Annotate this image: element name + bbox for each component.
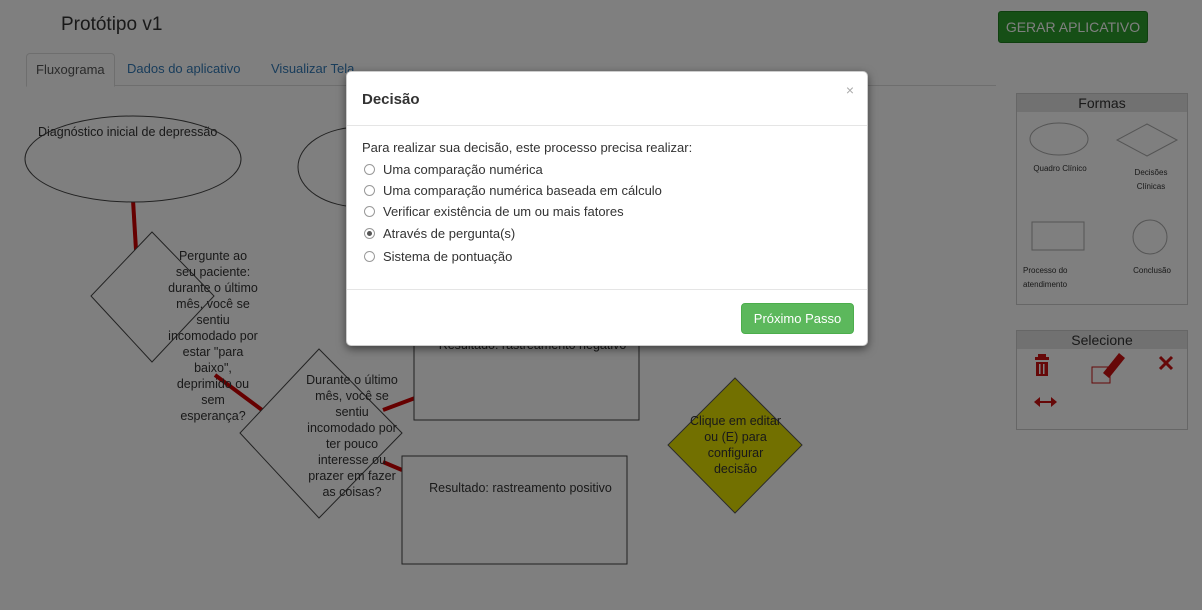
radio-button[interactable] [364,164,375,175]
close-icon[interactable]: × [846,82,854,98]
radio-button[interactable] [364,251,375,262]
modal-header: Decisão × [347,72,867,126]
next-step-button[interactable]: Próximo Passo [741,303,854,334]
decision-question: Para realizar sua decisão, este processo… [362,140,693,155]
radio-button-checked[interactable] [364,228,375,239]
option-label: Através de pergunta(s) [383,226,516,241]
option-factor-existence[interactable]: Verificar existência de um ou mais fator… [362,201,852,221]
option-questions[interactable]: Através de pergunta(s) [362,221,852,246]
option-calculated-comparison[interactable]: Uma comparação numérica baseada em cálcu… [362,180,852,201]
option-label: Sistema de pontuação [383,249,513,264]
option-label: Uma comparação numérica [383,162,543,177]
modal-footer: Próximo Passo [347,289,867,346]
radio-button[interactable] [364,205,375,217]
modal-title: Decisão [362,91,420,108]
option-numeric-comparison[interactable]: Uma comparação numérica [362,159,852,180]
modal-body: Para realizar sua decisão, este processo… [362,140,852,267]
decision-modal: Decisão × Para realizar sua decisão, est… [346,71,868,346]
option-label: Verificar existência de um ou mais fator… [383,203,624,219]
radio-button[interactable] [364,185,375,196]
option-scoring-system[interactable]: Sistema de pontuação [362,246,852,267]
option-label: Uma comparação numérica baseada em cálcu… [383,183,662,198]
